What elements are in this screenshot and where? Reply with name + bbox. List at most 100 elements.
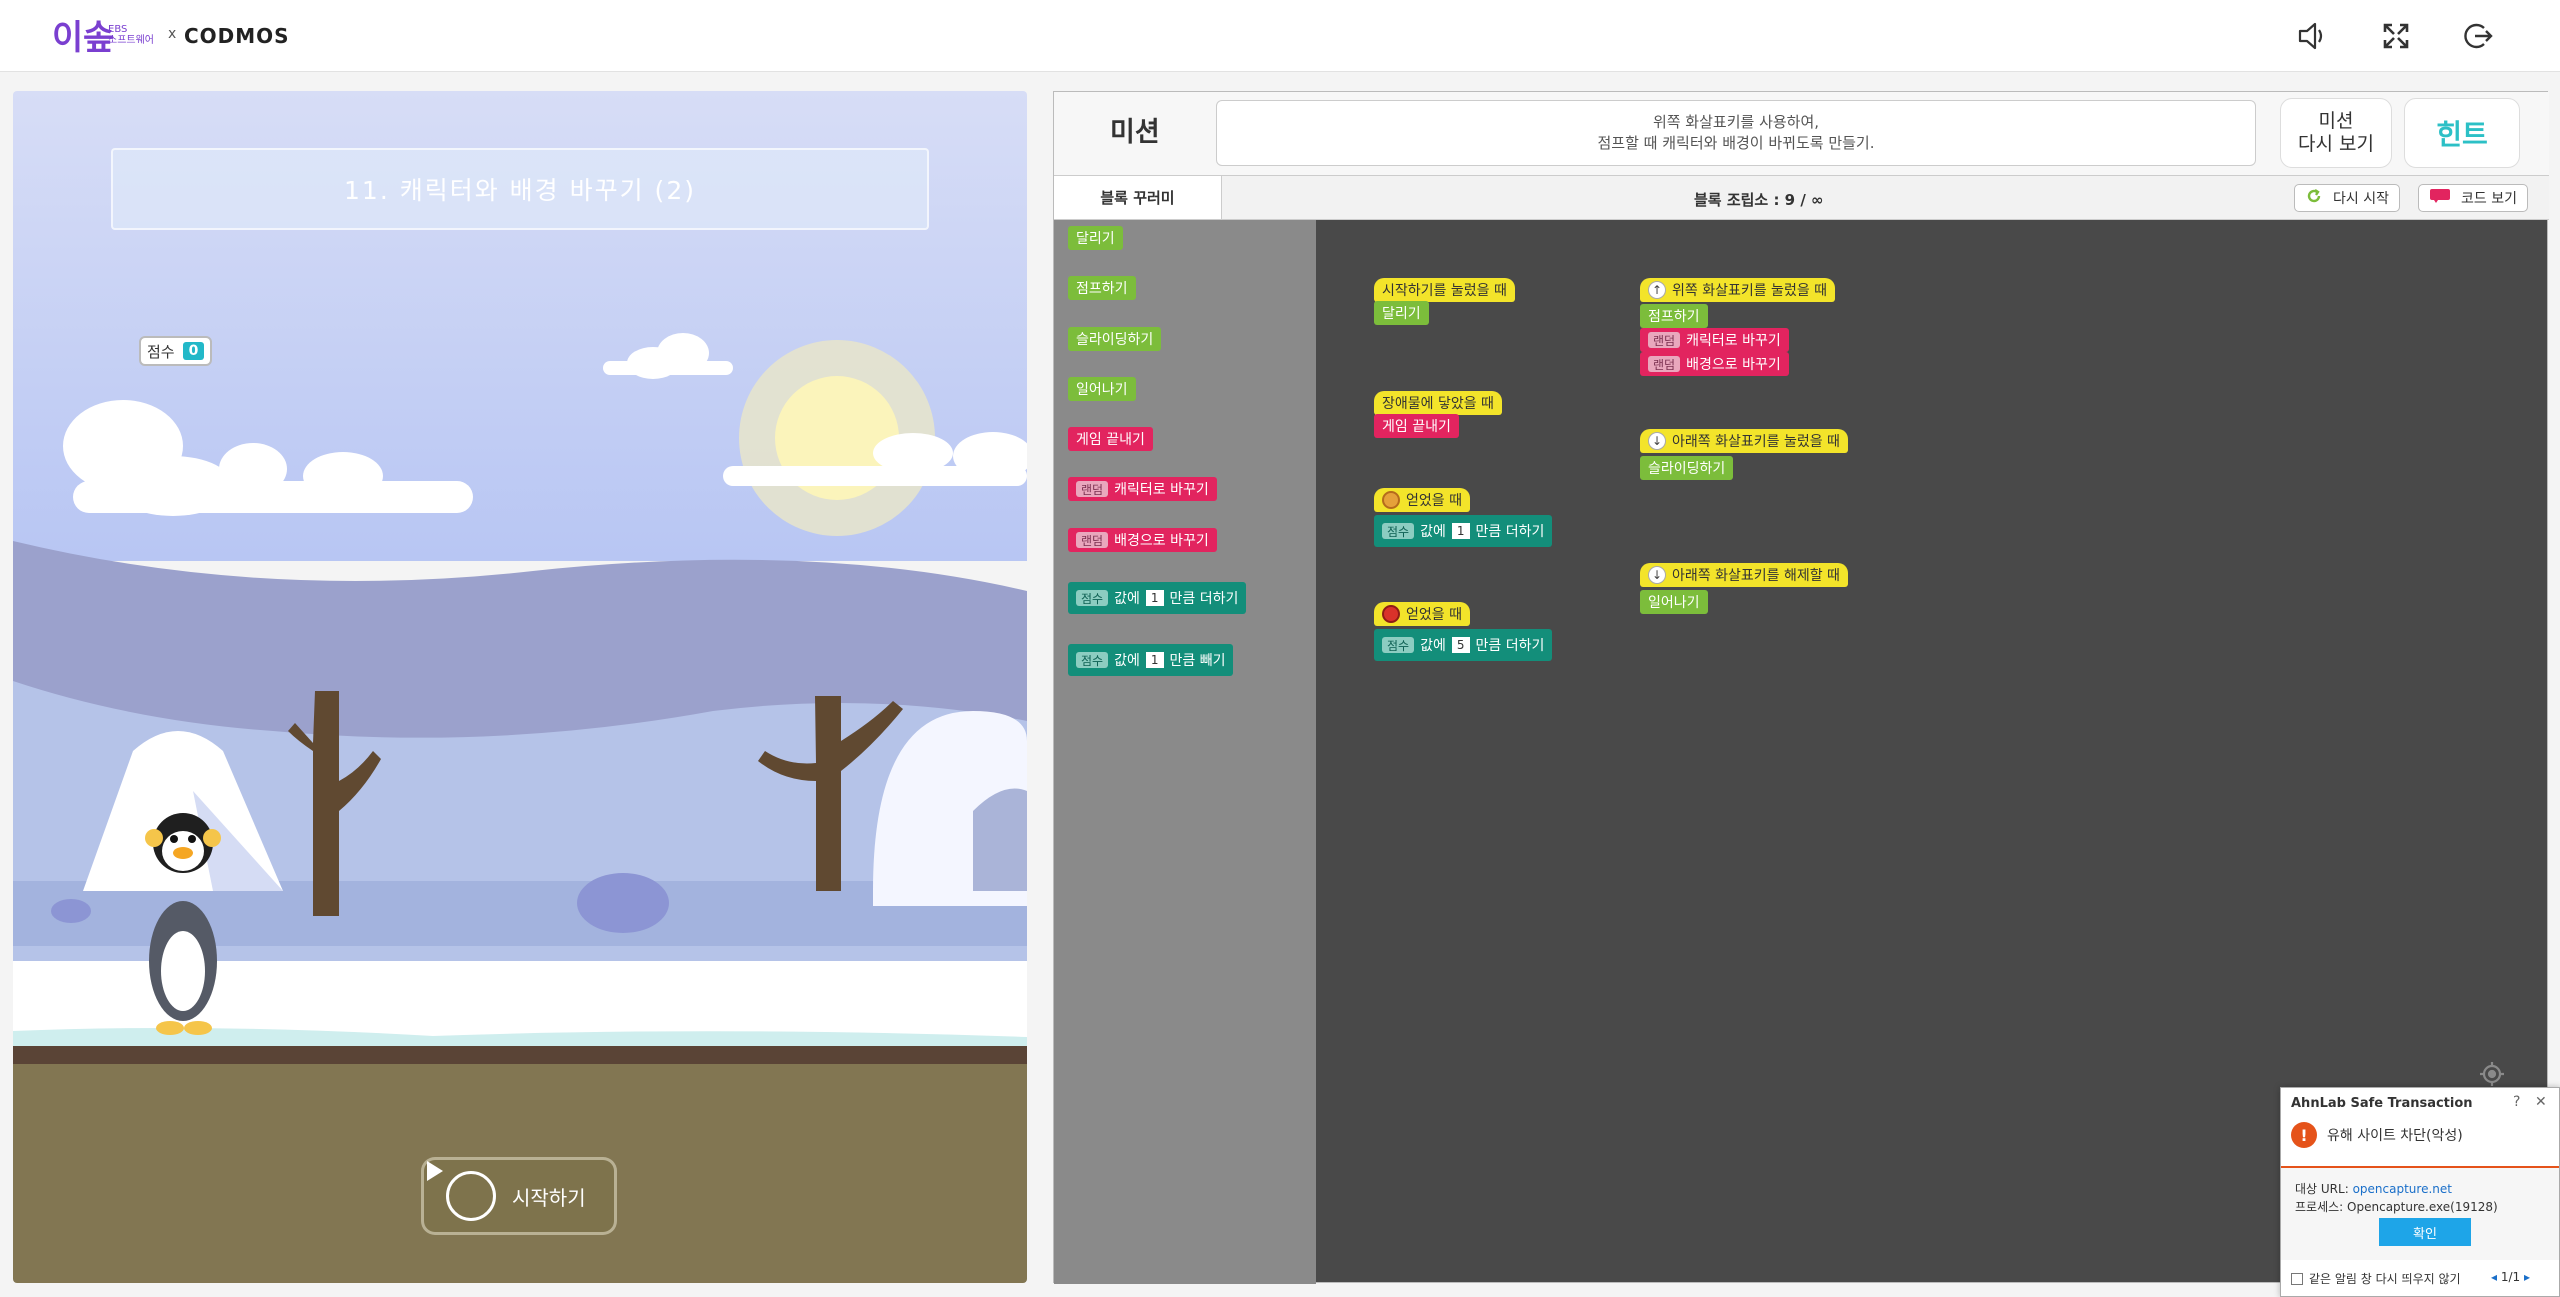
refresh-icon	[2305, 187, 2323, 209]
next-page-icon[interactable]: ▸	[2524, 1270, 2530, 1284]
number-input[interactable]: 1	[1451, 523, 1470, 539]
block-palette: 달리기 점프하기 슬라이딩하기 일어나기 게임 끝내기 랜덤 캐릭터로 바꾸기 …	[1054, 220, 1316, 1284]
prev-page-icon[interactable]: ◂	[2491, 1270, 2497, 1284]
palette-block-change-background[interactable]: 랜덤 배경으로 바꾸기	[1068, 528, 1217, 552]
number-input[interactable]: 1	[1145, 590, 1164, 606]
block-text: 캐릭터로 바꾸기	[1114, 482, 1209, 498]
number-input[interactable]: 1	[1145, 652, 1164, 668]
random-dropdown[interactable]: 랜덤	[1648, 356, 1681, 372]
block-jump[interactable]: 점프하기	[1640, 304, 1708, 328]
ebs-label: EBS	[108, 24, 128, 35]
dont-show-checkbox[interactable]	[2291, 1272, 2303, 1285]
block-text: 캐릭터로 바꾸기	[1686, 333, 1781, 349]
mission-desc-line2: 점프할 때 캐릭터와 배경이 바뀌도록 만들기.	[1597, 134, 1875, 152]
workspace-toolbar: 블록 꾸러미 블록 조립소 : 9 / ∞ 다시 시작 코드 보기	[1054, 176, 2549, 220]
ahnlab-title: AhnLab Safe Transaction	[2291, 1096, 2473, 1111]
block-text: 값에	[1420, 524, 1446, 540]
block-change-character[interactable]: 랜덤 캐릭터로 바꾸기	[1640, 328, 1789, 352]
up-arrow-icon: ↑	[1648, 281, 1666, 299]
dont-show-option[interactable]: 같은 알림 창 다시 띄우지 않기	[2291, 1270, 2461, 1287]
block-count: 블록 조립소 : 9 / ∞	[1694, 191, 1824, 209]
dont-show-label: 같은 알림 창 다시 띄우지 않기	[2309, 1272, 2461, 1286]
palette-block-jump[interactable]: 점프하기	[1068, 276, 1136, 300]
close-icon[interactable]: ✕	[2535, 1094, 2547, 1110]
ok-button[interactable]: 확인	[2379, 1218, 2471, 1246]
start-button[interactable]: 시작하기	[421, 1157, 617, 1235]
hat-on-down-released[interactable]: ↓ 아래쪽 화살표키를 해제할 때	[1640, 563, 1848, 587]
random-dropdown[interactable]: 랜덤	[1076, 481, 1109, 497]
score-value: 0	[182, 342, 205, 360]
tab-block-palette[interactable]: 블록 꾸러미	[1054, 176, 1222, 219]
logo-separator: x	[168, 26, 177, 42]
random-dropdown[interactable]: 랜덤	[1648, 332, 1681, 348]
hat-on-obstacle[interactable]: 장애물에 닿았을 때	[1374, 391, 1502, 415]
bread-icon	[1382, 491, 1400, 509]
speaker-icon[interactable]	[2292, 16, 2332, 56]
score-dropdown[interactable]: 점수	[1382, 637, 1415, 653]
palette-block-change-character[interactable]: 랜덤 캐릭터로 바꾸기	[1068, 477, 1217, 501]
score-dropdown[interactable]: 점수	[1076, 652, 1109, 668]
hat-on-get-item-1[interactable]: 얻었을 때	[1374, 488, 1470, 512]
review-line2: 다시 보기	[2298, 133, 2374, 155]
block-text: 값에	[1420, 638, 1446, 654]
exit-icon[interactable]	[2458, 16, 2498, 56]
code-view-label: 코드 보기	[2461, 191, 2517, 207]
page-number: 1/1	[2500, 1270, 2521, 1284]
fullscreen-icon[interactable]	[2376, 16, 2416, 56]
block-text: 값에	[1114, 653, 1140, 669]
palette-block-run[interactable]: 달리기	[1068, 226, 1123, 250]
hat-on-down-pressed[interactable]: ↓ 아래쪽 화살표키를 눌렀을 때	[1640, 429, 1848, 453]
palette-block-stand[interactable]: 일어나기	[1068, 377, 1136, 401]
locate-center-icon[interactable]	[2478, 1060, 2506, 1088]
headline-text: 유해 사이트 차단(악성)	[2327, 1128, 2463, 1144]
score-dropdown[interactable]: 점수	[1076, 590, 1109, 606]
url-value[interactable]: opencapture.net	[2353, 1182, 2452, 1196]
mission-desc-line1: 위쪽 화살표키를 사용하여,	[1652, 113, 1820, 131]
mission-header: 미션 위쪽 화살표키를 사용하여, 점프할 때 캐릭터와 배경이 바뀌도록 만들…	[1054, 92, 2549, 176]
down-arrow-icon: ↓	[1648, 432, 1666, 450]
random-dropdown[interactable]: 랜덤	[1076, 532, 1109, 548]
block-score-add-5[interactable]: 점수 값에 5 만큼 더하기	[1374, 629, 1553, 661]
url-label: 대상 URL:	[2295, 1182, 2349, 1196]
start-label: 시작하기	[512, 1185, 586, 1210]
block-text: 얻었을 때	[1406, 493, 1462, 509]
ahnlab-alert-popup: AhnLab Safe Transaction ? ✕ ! 유해 사이트 차단(…	[2280, 1087, 2560, 1297]
code-view-button[interactable]: 코드 보기	[2418, 184, 2528, 212]
help-icon[interactable]: ?	[2513, 1094, 2520, 1110]
block-text: 아래쪽 화살표키를 해제할 때	[1672, 568, 1840, 584]
hat-on-up-pressed[interactable]: ↑ 위쪽 화살표키를 눌렀을 때	[1640, 278, 1836, 302]
hint-button[interactable]: 힌트	[2404, 98, 2520, 168]
top-bar: 이솦 EBS 소프트웨어 x CODMOS	[0, 0, 2560, 72]
block-score-add-1[interactable]: 점수 값에 1 만큼 더하기	[1374, 515, 1553, 547]
palette-block-score-sub[interactable]: 점수 값에 1 만큼 빼기	[1068, 644, 1234, 676]
software-label: 소프트웨어	[108, 35, 154, 46]
code-icon	[2429, 188, 2451, 208]
game-stage[interactable]: 11. 캐릭터와 배경 바꾸기 (2) 점수 0 시작하기	[13, 91, 1027, 1283]
ahnlab-headline: ! 유해 사이트 차단(악성)	[2291, 1122, 2463, 1148]
block-stand[interactable]: 일어나기	[1640, 590, 1708, 614]
block-run[interactable]: 달리기	[1374, 301, 1429, 325]
block-change-background[interactable]: 랜덤 배경으로 바꾸기	[1640, 352, 1789, 376]
block-text: 만큼 더하기	[1475, 524, 1545, 540]
hat-on-start[interactable]: 시작하기를 눌렀을 때	[1374, 278, 1515, 302]
block-text: 만큼 더하기	[1475, 638, 1545, 654]
mission-label: 미션	[1110, 117, 1160, 148]
play-icon	[427, 1161, 496, 1221]
hat-on-get-item-2[interactable]: 얻었을 때	[1374, 602, 1470, 626]
score-dropdown[interactable]: 점수	[1382, 523, 1415, 539]
warning-icon: !	[2291, 1122, 2317, 1148]
block-text: 아래쪽 화살표키를 눌렀을 때	[1672, 434, 1840, 450]
score-label: 점수	[147, 342, 175, 361]
palette-block-slide[interactable]: 슬라이딩하기	[1068, 327, 1162, 351]
palette-block-end-game[interactable]: 게임 끝내기	[1068, 427, 1153, 451]
block-text: 만큼 더하기	[1169, 591, 1239, 607]
down-arrow-icon: ↓	[1648, 566, 1666, 584]
restart-button[interactable]: 다시 시작	[2294, 184, 2400, 212]
mission-review-button[interactable]: 미션 다시 보기	[2280, 98, 2392, 168]
block-end-game[interactable]: 게임 끝내기	[1374, 414, 1459, 438]
block-text: 배경으로 바꾸기	[1686, 357, 1781, 373]
block-slide[interactable]: 슬라이딩하기	[1640, 456, 1734, 480]
palette-block-score-add[interactable]: 점수 값에 1 만큼 더하기	[1068, 582, 1247, 614]
number-input[interactable]: 5	[1451, 637, 1470, 653]
page-indicator: ◂ 1/1 ▸	[2491, 1270, 2530, 1284]
